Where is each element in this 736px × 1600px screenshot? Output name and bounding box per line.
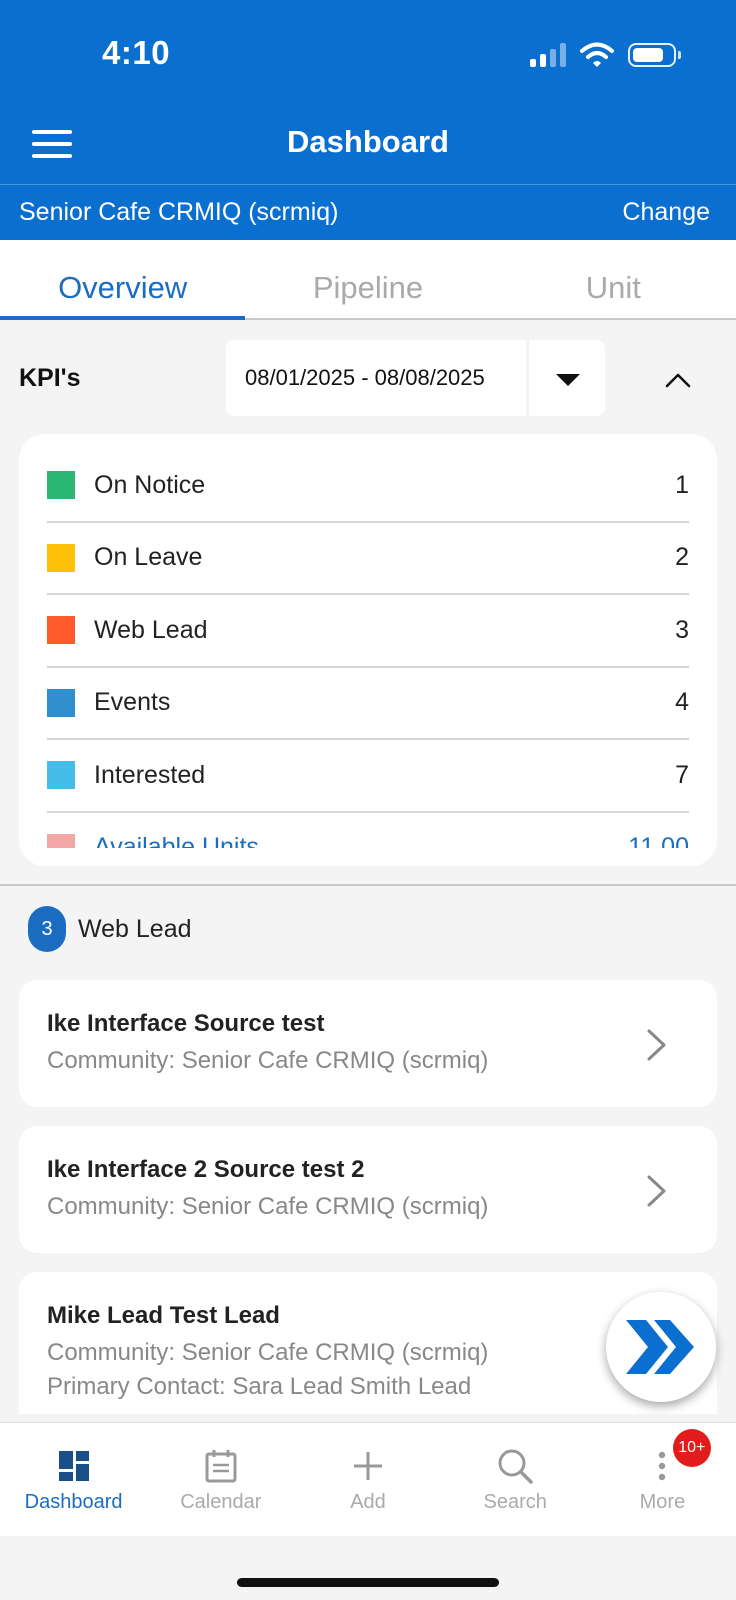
- kpi-item: Interested 7: [47, 740, 689, 813]
- chevron-up-icon[interactable]: [664, 366, 692, 394]
- notification-badge: 10+: [672, 1429, 711, 1467]
- count-badge: 3: [28, 906, 66, 952]
- change-community-button[interactable]: Change: [622, 198, 710, 227]
- kpi-item-name: Available Units: [94, 833, 259, 848]
- section-title: Web Lead: [78, 914, 192, 943]
- color-swatch: [47, 833, 75, 848]
- kpi-item-name: Interested: [94, 760, 206, 789]
- top-nav-bar: Dashboard: [0, 108, 736, 184]
- kpi-item: Web Lead 3: [47, 595, 689, 668]
- date-range-field[interactable]: 08/01/2025 - 08/08/2025: [226, 340, 526, 416]
- kpi-item: Events 4: [47, 668, 689, 740]
- kpi-item-value: 4: [675, 688, 689, 717]
- status-icons: [530, 40, 681, 70]
- nav-label: Search: [483, 1491, 547, 1513]
- nav-label: Dashboard: [24, 1491, 123, 1513]
- battery-icon: [628, 43, 681, 67]
- chevron-right-icon: [647, 1029, 666, 1061]
- nav-label: More: [639, 1491, 686, 1513]
- kpi-item-value: 2: [675, 543, 689, 572]
- nav-label: Add: [350, 1491, 386, 1513]
- web-lead-section-header: 3 Web Lead: [28, 906, 192, 952]
- search-icon: [498, 1449, 533, 1484]
- color-swatch: [47, 471, 75, 500]
- home-indicator[interactable]: [237, 1578, 499, 1587]
- kpi-header: KPI's 08/01/2025 - 08/08/2025: [0, 322, 736, 422]
- dashboard-tabs: Overview Pipeline Unit: [0, 240, 736, 320]
- lead-community: Community: Senior Cafe CRMIQ (scrmiq): [47, 1193, 489, 1220]
- kpi-item-value: 3: [675, 615, 689, 644]
- kpi-item-name: Events: [94, 688, 171, 717]
- plus-icon: [354, 1452, 382, 1480]
- date-range-dropdown-button[interactable]: [529, 340, 605, 416]
- color-swatch: [47, 761, 75, 790]
- color-swatch: [47, 543, 75, 572]
- lead-name: Ike Interface Source test: [47, 1010, 325, 1037]
- nav-label: Calendar: [180, 1491, 262, 1513]
- kpi-item: On Notice 1: [47, 450, 689, 523]
- kpi-item-name: On Leave: [94, 543, 203, 572]
- lead-name: Ike Interface 2 Source test 2: [47, 1156, 365, 1183]
- nav-dashboard[interactable]: Dashboard: [0, 1423, 147, 1536]
- tab-unit[interactable]: Unit: [491, 240, 736, 318]
- section-divider: [0, 884, 736, 886]
- quick-action-button[interactable]: [606, 1292, 716, 1402]
- calendar-icon: [205, 1450, 237, 1483]
- kpi-label: KPI's: [19, 364, 81, 392]
- nav-calendar[interactable]: Calendar: [147, 1423, 294, 1536]
- community-name: Senior Cafe CRMIQ (scrmiq): [19, 198, 339, 226]
- home-area: [0, 1536, 736, 1600]
- tab-overview[interactable]: Overview: [0, 240, 246, 320]
- kpi-item: Available Units 11.00: [47, 813, 689, 848]
- kpi-item-value: 11.00: [628, 833, 689, 848]
- cellular-signal-icon: [530, 43, 566, 67]
- color-swatch: [47, 688, 75, 717]
- color-swatch: [47, 616, 75, 645]
- status-bar: 4:10: [0, 0, 736, 108]
- kpi-item-name: On Notice: [94, 470, 206, 499]
- bottom-nav: Dashboard Calendar Add Search 10+ More: [0, 1422, 736, 1536]
- kpi-item-name: Web Lead: [94, 615, 208, 644]
- nav-add[interactable]: Add: [294, 1423, 441, 1536]
- nav-search[interactable]: Search: [442, 1423, 589, 1536]
- wifi-icon: [580, 42, 614, 67]
- kpi-item-value: 7: [675, 760, 689, 789]
- chevron-right-icon: [647, 1175, 666, 1207]
- lead-card[interactable]: Ike Interface 2 Source test 2 Community:…: [19, 1126, 717, 1253]
- kpi-card: On Notice 1 On Leave 2 Web Lead 3 Events…: [19, 434, 717, 866]
- double-chevron-logo-icon: [626, 1320, 694, 1374]
- kpi-item: On Leave 2: [47, 523, 689, 595]
- page-title: Dashboard: [287, 124, 449, 159]
- status-time: 4:10: [102, 34, 171, 71]
- kpi-item-value: 1: [675, 470, 689, 499]
- community-bar: Senior Cafe CRMIQ (scrmiq) Change: [0, 184, 736, 240]
- dashboard-icon: [58, 1451, 89, 1481]
- nav-more[interactable]: 10+ More: [589, 1423, 736, 1536]
- tab-pipeline[interactable]: Pipeline: [245, 240, 490, 318]
- lead-community: Community: Senior Cafe CRMIQ (scrmiq): [47, 1047, 489, 1074]
- lead-card[interactable]: Ike Interface Source test Community: Sen…: [19, 980, 717, 1107]
- kpi-list[interactable]: On Notice 1 On Leave 2 Web Lead 3 Events…: [47, 450, 689, 848]
